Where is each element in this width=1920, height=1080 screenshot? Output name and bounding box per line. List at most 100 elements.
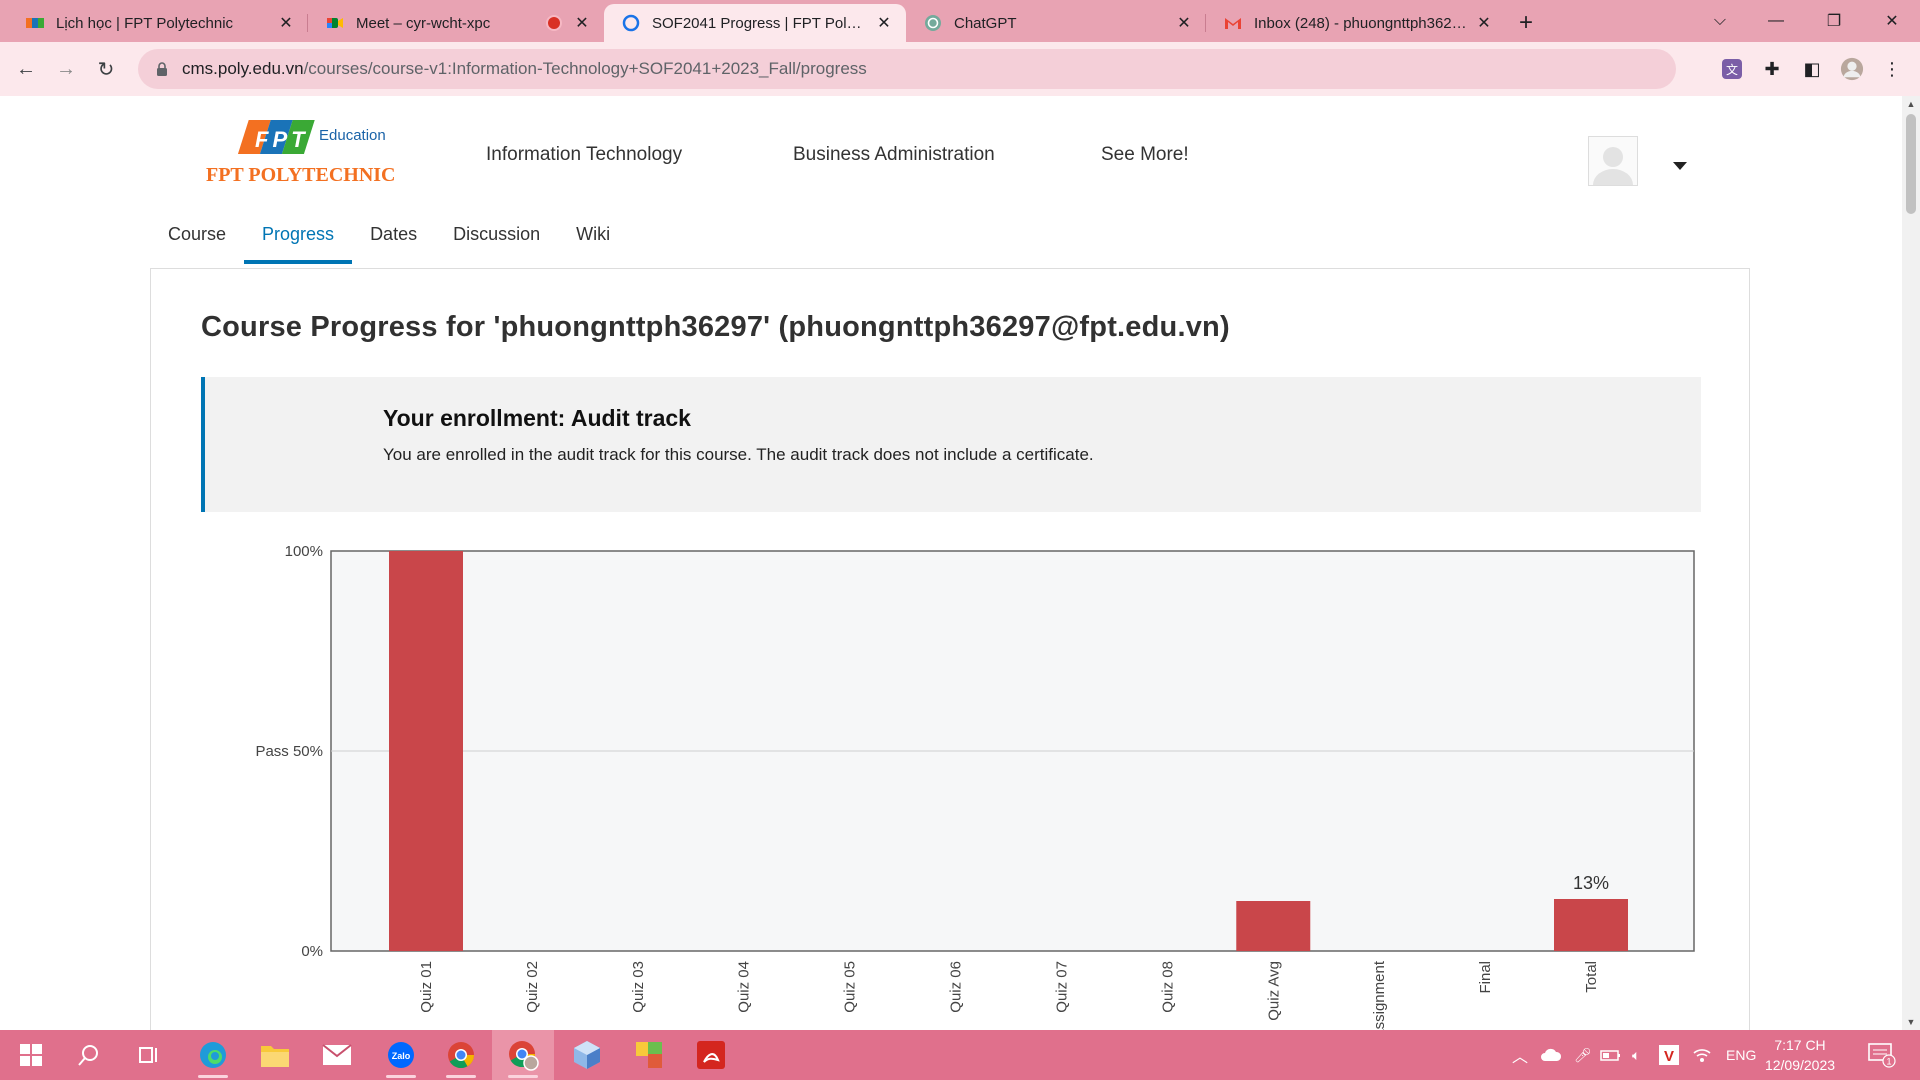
recording-indicator-icon [548, 17, 560, 29]
x-tick-label: Quiz 06 [948, 961, 965, 1013]
mail-app[interactable] [306, 1030, 368, 1080]
x-tick-label: Total [1583, 961, 1600, 993]
y-tick-label: 0% [301, 943, 323, 960]
svg-text:1: 1 [1886, 1057, 1891, 1067]
fpt-polytechnic-logo[interactable]: FPT Education FPT POLYTECHNIC [205, 118, 425, 188]
gmail-icon [1225, 18, 1241, 29]
tab-progress[interactable]: Progress [244, 220, 353, 264]
y-tick-label: Pass 50% [255, 743, 323, 760]
user-avatar[interactable] [1588, 136, 1638, 186]
tab-search-chevron-icon[interactable]: ⌵ [1692, 0, 1748, 42]
side-panel-icon[interactable]: ◧ [1800, 57, 1824, 81]
tab-wiki[interactable]: Wiki [558, 220, 628, 264]
extensions-puzzle-icon[interactable]: ✚ [1760, 57, 1784, 81]
tab-meet[interactable]: Meet – cyr-wcht-xpc ✕ [308, 4, 604, 42]
chrome-app[interactable] [430, 1030, 492, 1080]
vietkey-icon[interactable]: V [1658, 1030, 1680, 1080]
3d-app[interactable] [556, 1030, 618, 1080]
tab-course[interactable]: Course [150, 220, 244, 264]
minimize-window-button[interactable]: — [1748, 0, 1804, 42]
close-tab-icon[interactable]: ✕ [1174, 13, 1194, 33]
chrome-profile-icon [509, 1041, 539, 1071]
acrobat-app[interactable] [680, 1030, 742, 1080]
back-button[interactable]: ← [6, 49, 46, 89]
nav-information-technology[interactable]: Information Technology [486, 144, 682, 166]
scroll-down-arrow-icon[interactable]: ▼ [1902, 1014, 1920, 1030]
scroll-up-arrow-icon[interactable]: ▲ [1902, 96, 1920, 112]
enrollment-heading: Your enrollment: Audit track [383, 405, 691, 431]
page-title: Course Progress for 'phuongnttph36297' (… [201, 311, 1230, 343]
enrollment-text: You are enrolled in the audit track for … [383, 445, 1094, 464]
loading-circle-icon [622, 14, 640, 32]
bar-quiz-01 [389, 551, 463, 951]
url-text: cms.poly.edu.vn/courses/course-v1:Inform… [182, 59, 867, 78]
google-meet-icon [327, 18, 343, 28]
task-view-icon [139, 1047, 157, 1063]
profile-avatar-icon[interactable] [1840, 57, 1864, 81]
svg-text:Education: Education [319, 127, 386, 144]
close-tab-icon[interactable]: ✕ [572, 13, 592, 33]
close-tab-icon[interactable]: ✕ [276, 13, 296, 33]
battery-icon[interactable] [1600, 1030, 1622, 1080]
microphone-icon[interactable]: 🎤︎ [1574, 1030, 1592, 1080]
tab-gmail-inbox[interactable]: Inbox (248) - phuongnttph36297@fpt.edu.v… [1206, 4, 1506, 42]
file-explorer-app[interactable] [244, 1030, 306, 1080]
close-window-button[interactable]: ✕ [1864, 0, 1920, 42]
clock-time: 7:17 CH [1774, 1037, 1826, 1053]
close-tab-icon[interactable]: ✕ [1474, 13, 1494, 33]
chrome-profile-app[interactable] [492, 1030, 554, 1080]
browser-toolbar: ← → ↻ cms.poly.edu.vn/courses/course-v1:… [0, 42, 1920, 123]
page-scrollbar[interactable]: ▲ ▼ [1902, 96, 1920, 1030]
scrollbar-thumb[interactable] [1906, 114, 1916, 214]
user-menu-dropdown-caret-icon[interactable] [1673, 162, 1687, 170]
volume-icon[interactable]: 🔈︎ [1632, 1030, 1640, 1080]
x-tick-label: Quiz 03 [630, 961, 647, 1013]
restore-window-button[interactable]: ❐ [1806, 0, 1862, 42]
edge-app[interactable] [182, 1030, 244, 1080]
fpt-favicon-icon [26, 18, 44, 28]
tab-sof2041-progress[interactable]: SOF2041 Progress | FPT Polytechnic ✕ [604, 4, 906, 42]
edge-icon [200, 1042, 226, 1068]
input-language[interactable]: ENG [1726, 1030, 1756, 1080]
zalo-app[interactable]: Zalo [370, 1030, 432, 1080]
search-button[interactable] [58, 1030, 120, 1080]
clock[interactable]: 7:17 CH 12/09/2023 [1765, 1030, 1835, 1080]
nav-business-administration[interactable]: Business Administration [793, 144, 995, 166]
task-view-button[interactable] [118, 1030, 180, 1080]
tab-chatgpt[interactable]: ChatGPT ✕ [906, 4, 1206, 42]
x-tick-label: Quiz 01 [418, 961, 435, 1013]
x-tick-label: Quiz 02 [524, 961, 541, 1013]
wifi-icon[interactable] [1692, 1030, 1712, 1080]
svg-text:文: 文 [1726, 62, 1738, 77]
tab-lich-hoc[interactable]: Lịch học | FPT Polytechnic ✕ [8, 4, 308, 42]
enrollment-message: Your enrollment: Audit track You are enr… [201, 377, 1701, 512]
close-tab-icon[interactable]: ✕ [874, 13, 894, 33]
progress-content-panel: Course Progress for 'phuongnttph36297' (… [150, 268, 1750, 1030]
translate-extension-icon[interactable]: 文 [1720, 57, 1744, 81]
tab-discussion[interactable]: Discussion [435, 220, 558, 264]
svg-text:FPT: FPT [255, 127, 309, 152]
sticky-notes-icon [636, 1042, 662, 1068]
x-tick-label: Quiz 08 [1159, 961, 1176, 1013]
default-avatar-icon [1593, 147, 1633, 185]
forward-button[interactable]: → [46, 49, 86, 89]
x-tick-label: Quiz Avg [1265, 961, 1282, 1021]
start-button[interactable] [0, 1030, 62, 1080]
lock-icon [157, 62, 167, 76]
tab-dates[interactable]: Dates [352, 220, 435, 264]
y-tick-label: 100% [285, 543, 323, 560]
reload-button[interactable]: ↻ [86, 49, 126, 89]
fpt-logo-mark: FPT Education FPT POLYTECHNIC [206, 120, 395, 186]
cube-icon [574, 1041, 600, 1069]
onedrive-cloud-icon[interactable] [1540, 1030, 1562, 1080]
tab-title: ChatGPT [954, 14, 1017, 32]
sticky-app[interactable] [618, 1030, 680, 1080]
address-bar[interactable]: cms.poly.edu.vn/courses/course-v1:Inform… [138, 49, 1676, 89]
nav-see-more[interactable]: See More! [1101, 144, 1189, 166]
search-icon [78, 1045, 98, 1066]
show-hidden-icons-chevron-icon[interactable]: ︿ [1512, 1030, 1528, 1080]
chrome-menu-icon[interactable]: ⋮ [1880, 57, 1904, 81]
notification-center-button[interactable]: 1 [1868, 1030, 1896, 1080]
new-tab-button[interactable]: + [1506, 4, 1546, 42]
tab-title: Meet – cyr-wcht-xpc [356, 14, 491, 32]
